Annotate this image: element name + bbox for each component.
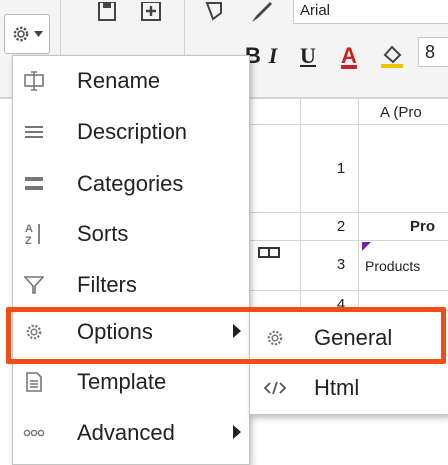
gear-icon: [250, 329, 300, 347]
grid-divider: [358, 98, 359, 308]
submenu-item-label: General: [314, 325, 393, 350]
submenu-arrow-icon: [233, 324, 241, 338]
brush-icon[interactable]: [246, 0, 276, 24]
chevron-down-icon: [34, 31, 43, 37]
font-color-button[interactable]: A: [334, 40, 364, 72]
menu-item-label: Description: [77, 119, 188, 144]
menu-item-sorts[interactable]: AZ Sorts: [13, 209, 251, 259]
submenu-item-html[interactable]: Html: [250, 363, 448, 413]
add-icon[interactable]: [136, 0, 166, 24]
fill-color-icon[interactable]: [376, 40, 408, 72]
save-icon[interactable]: [92, 0, 122, 24]
menu-item-filters[interactable]: Filters: [13, 260, 251, 310]
menu-item-label: Sorts: [77, 221, 129, 246]
description-icon: [13, 125, 55, 139]
format-painter-icon[interactable]: [203, 0, 233, 24]
menu-item-label: Filters: [77, 272, 137, 297]
context-menu: Rename Description Categories AZ Sorts F…: [12, 55, 250, 465]
columns-icon: [258, 247, 280, 258]
italic-button[interactable]: I: [262, 40, 284, 72]
menu-item-options[interactable]: Options: [13, 307, 251, 357]
more-dots-icon: [13, 429, 55, 437]
settings-menu-button[interactable]: [4, 14, 50, 54]
menu-item-categories[interactable]: Categories: [13, 159, 251, 209]
categories-icon: [13, 177, 55, 191]
menu-item-label: Advanced: [77, 420, 175, 445]
menu-item-description[interactable]: Description: [13, 107, 251, 157]
submenu-arrow-icon: [233, 425, 241, 439]
row-number[interactable]: 3: [322, 256, 360, 273]
submenu-item-label: Html: [314, 375, 360, 400]
menu-item-label: Rename: [77, 68, 161, 93]
row-number[interactable]: 2: [322, 218, 360, 235]
svg-text:Z: Z: [25, 235, 32, 246]
menu-item-label: Options: [77, 319, 153, 344]
grid-divider: [300, 98, 301, 308]
grid-divider: [250, 290, 448, 291]
cell-comment-marker: [362, 242, 371, 251]
font-family-select[interactable]: Arial: [293, 0, 448, 24]
font-size-input[interactable]: 8: [418, 37, 448, 67]
menu-item-advanced[interactable]: Advanced: [13, 408, 251, 458]
grid-divider: [250, 124, 448, 125]
template-icon: [13, 372, 55, 392]
sort-az-icon: AZ: [13, 222, 55, 246]
menu-item-template[interactable]: Template: [13, 357, 251, 407]
gear-icon: [13, 323, 55, 341]
svg-text:A: A: [25, 223, 33, 235]
underline-button[interactable]: U: [296, 40, 320, 72]
grid-divider: [250, 212, 448, 213]
menu-item-rename[interactable]: Rename: [13, 56, 251, 106]
submenu-item-general[interactable]: General: [250, 313, 448, 363]
column-header[interactable]: A (Pro: [380, 104, 422, 121]
menu-item-label: Categories: [77, 171, 184, 196]
rename-icon: [13, 71, 55, 91]
row-number[interactable]: 1: [322, 160, 360, 177]
options-submenu: General Html: [249, 310, 448, 415]
code-icon: [250, 381, 300, 395]
grid-divider: [250, 240, 448, 241]
table-cell[interactable]: Products: [365, 258, 420, 274]
gear-icon: [13, 26, 29, 42]
menu-item-label: Template: [77, 369, 167, 394]
table-cell[interactable]: Pro: [410, 218, 435, 235]
filter-icon: [13, 276, 55, 294]
